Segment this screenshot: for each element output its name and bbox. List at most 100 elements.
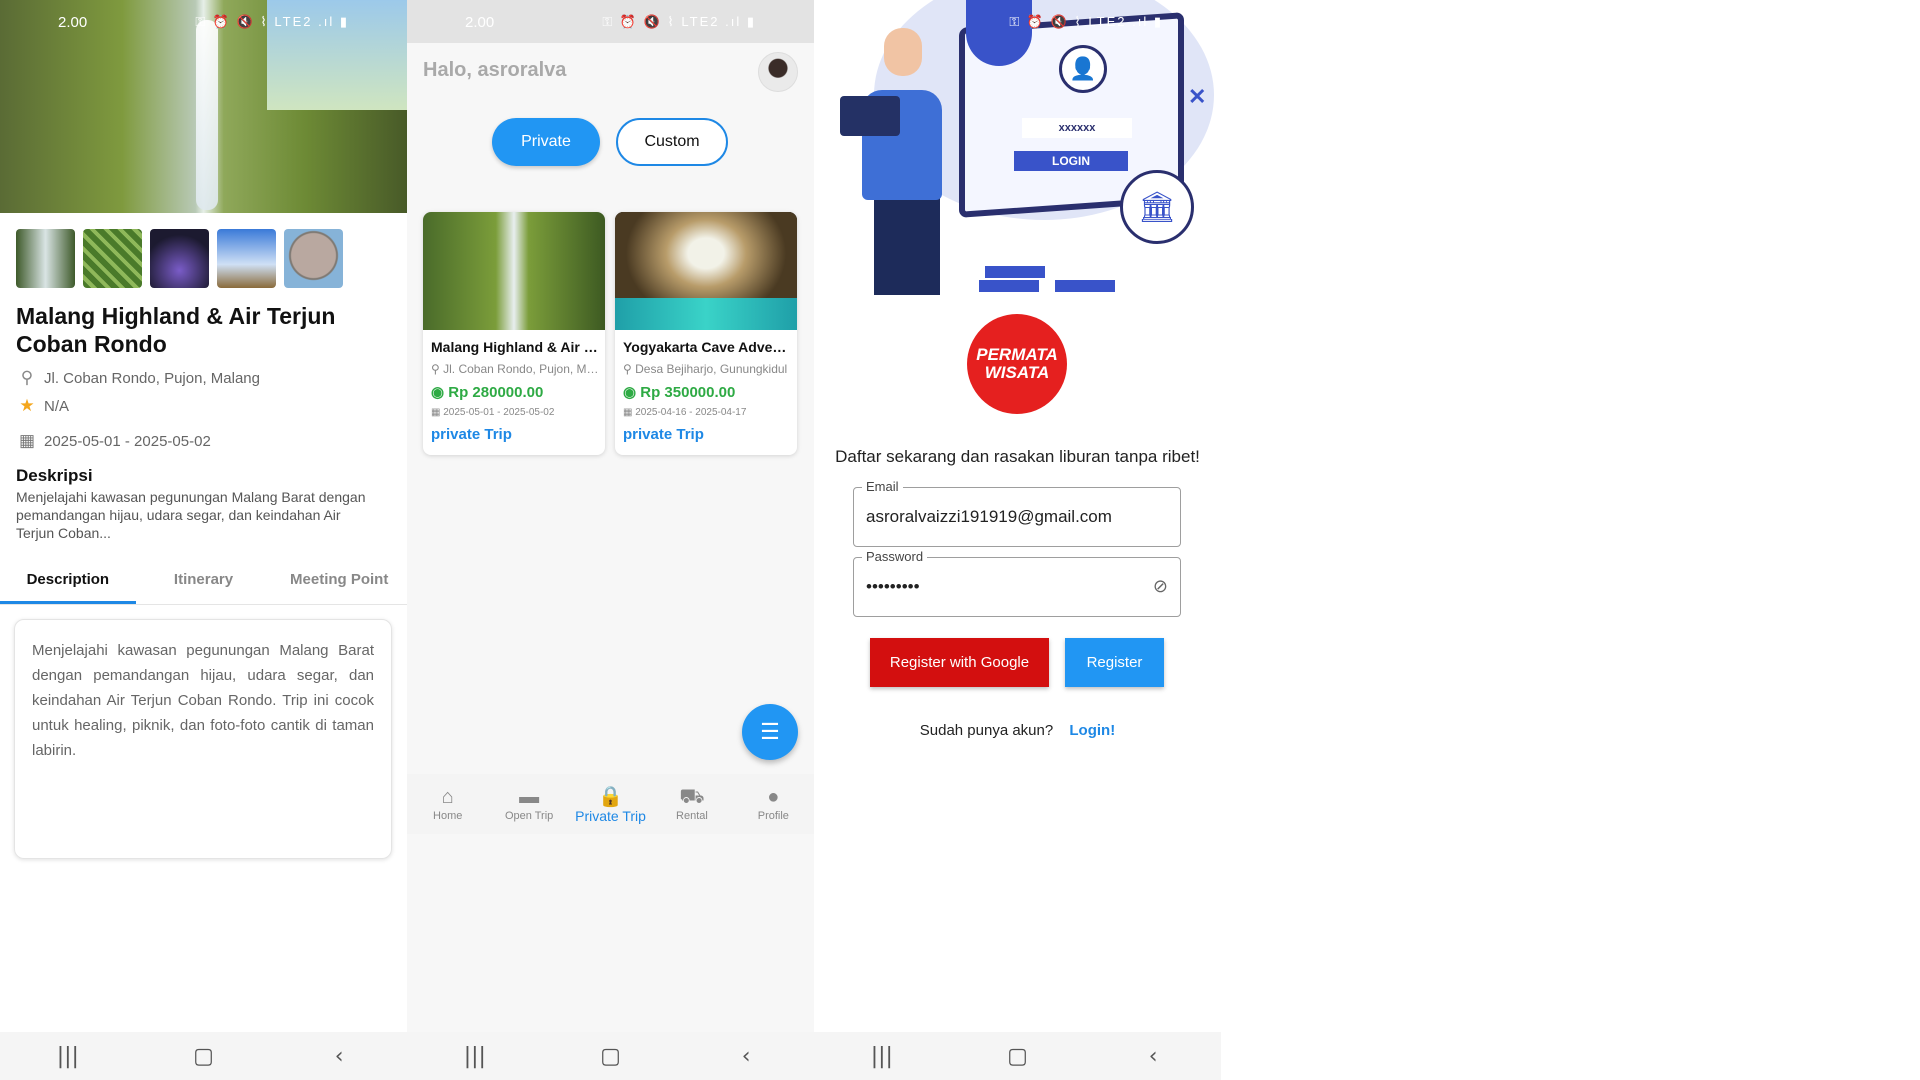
rating-text: N/A — [44, 397, 70, 415]
status-bar: 2.00 ⚿ ⏰ 🔇 ⌇ LTE2 .ıl ▮ — [0, 0, 407, 44]
password-field[interactable]: Password ••••••••• ⊘ — [853, 549, 1181, 617]
recent-apps-icon[interactable]: ||| — [852, 1044, 912, 1069]
status-icons: ⚿ ⏰ 🔇 ⌇ LTE2 .ıl ▮ — [195, 14, 349, 29]
address-text: Jl. Coban Rondo, Pujon, Malang — [44, 369, 260, 387]
register-with-google-button[interactable]: Register with Google — [870, 638, 1049, 687]
visibility-off-icon[interactable]: ⊘ — [1153, 576, 1168, 597]
system-nav-bar: ||| ▢ ‹ — [407, 1032, 814, 1080]
register-button[interactable]: Register — [1065, 638, 1164, 687]
login-prompt: Sudah punya akun? Login! — [814, 722, 1221, 739]
email-label: Email — [862, 479, 903, 494]
email-field[interactable]: Email asroralvaizzi191919@gmail.com — [853, 479, 1181, 547]
tab-itinerary[interactable]: Itinerary — [136, 560, 272, 604]
trip-dates: ▦ 2025-04-16 - 2025-04-17 — [623, 407, 747, 418]
tagline: Daftar sekarang dan rasakan liburan tanp… — [835, 447, 1200, 466]
car-icon: ⛟ — [679, 786, 705, 808]
nav-private-trip[interactable]: 🔒 Private Trip — [570, 774, 651, 834]
person-icon: ● — [767, 786, 780, 808]
trip-type: private Trip — [623, 426, 704, 443]
laptop-icon — [840, 96, 900, 136]
home-icon[interactable]: ▢ — [987, 1044, 1047, 1069]
description-heading: Deskripsi — [16, 466, 93, 485]
back-icon[interactable]: ‹ — [1123, 1044, 1183, 1069]
money-icon: ◉ — [623, 384, 641, 401]
custom-toggle-button[interactable]: Custom — [616, 118, 728, 166]
star-icon: ★ — [19, 396, 35, 415]
home-icon[interactable]: ▢ — [173, 1044, 233, 1069]
system-nav-bar: ||| ▢ ‹ — [0, 1032, 407, 1080]
description-full: Menjelajahi kawasan pegunungan Malang Ba… — [32, 642, 374, 759]
status-time: 1.00 — [872, 13, 902, 31]
trip-name: Malang Highland & Air Terjun Coban Rondo — [431, 339, 599, 355]
nav-open-trip[interactable]: ▬ Open Trip — [488, 774, 569, 834]
greeting: Halo, asroralva — [423, 59, 567, 81]
date-text: 2025-05-01 - 2025-05-02 — [44, 432, 211, 450]
trip-type: private Trip — [431, 426, 512, 443]
tab-meeting-point[interactable]: Meeting Point — [271, 560, 407, 604]
thumbnail-gallery — [16, 229, 343, 288]
description-preview: Menjelajahi kawasan pegunungan Malang Ba… — [16, 489, 366, 541]
recent-apps-icon[interactable]: ||| — [445, 1044, 505, 1069]
trip-name: Yogyakarta Cave Adventure — [623, 339, 791, 355]
bottom-navigation: ⌂ Home ▬ Open Trip 🔒 Private Trip ⛟ Rental ●… — [407, 774, 814, 834]
avatar[interactable] — [758, 52, 798, 92]
trip-price: ◉ Rp 350000.00 — [623, 384, 736, 401]
trip-image — [423, 212, 605, 330]
login-link[interactable]: Login! — [1069, 722, 1115, 739]
trip-location: ⚲ Jl. Coban Rondo, Pujon, Malang — [431, 362, 599, 376]
location-pin-icon: ⚲ — [623, 362, 636, 376]
lock-bag-icon: 🔒 — [598, 786, 623, 808]
thumbnail-tree[interactable] — [217, 229, 276, 288]
thumbnail-ferris-wheel[interactable] — [284, 229, 343, 288]
close-icon: ✕ — [1188, 84, 1207, 109]
status-icons: ⚿ ⏰ 🔇 ⌇ LTE2 .ıl ▮ — [602, 14, 756, 29]
nav-rental[interactable]: ⛟ Rental — [651, 774, 732, 834]
home-icon: ⌂ — [441, 786, 454, 808]
rating-row: ★ N/A — [16, 396, 69, 416]
calendar-icon: ▦ — [18, 431, 36, 450]
status-icons: ⚿ ⏰ 🔇 ⌇ LTE2 .ıl ▮ — [1009, 14, 1163, 29]
password-label: Password — [862, 549, 928, 564]
trip-image — [615, 212, 797, 330]
thumbnail-cave[interactable] — [150, 229, 209, 288]
back-icon[interactable]: ‹ — [716, 1044, 776, 1069]
date-row: ▦ 2025-05-01 - 2025-05-02 — [16, 431, 211, 451]
money-icon: ◉ — [431, 384, 449, 401]
back-icon[interactable]: ‹ — [309, 1044, 369, 1069]
trip-card[interactable]: Malang Highland & Air Terjun Coban Rondo… — [423, 212, 605, 455]
trip-price: ◉ Rp 280000.00 — [431, 384, 544, 401]
email-value: asroralvaizzi191919@gmail.com — [866, 507, 1112, 526]
trip-detail-screen: 2.00 ⚿ ⏰ 🔇 ⌇ LTE2 .ıl ▮ Malang Highland … — [0, 0, 407, 1080]
permata-wisata-logo: PERMATA WISATA — [967, 314, 1067, 414]
private-trip-screen: 2.00 ⚿ ⏰ 🔇 ⌇ LTE2 .ıl ▮ Halo, asroralva … — [407, 0, 814, 1080]
tab-description[interactable]: Description — [0, 560, 136, 604]
filter-icon: ☰ — [760, 719, 780, 744]
password-value: ••••••••• — [866, 577, 920, 596]
nav-home[interactable]: ⌂ Home — [407, 774, 488, 834]
trip-card[interactable]: Yogyakarta Cave Adventure ⚲ Desa Bejihar… — [615, 212, 797, 455]
register-screen: 👤 xxxxxx LOGIN 🏛 ✕ 1.00 ⚿ ⏰ 🔇 ⌇ LTE2 .ıl… — [814, 0, 1221, 1080]
filter-fab[interactable]: ☰ — [742, 704, 798, 760]
trip-dates: ▦ 2025-05-01 - 2025-05-02 — [431, 407, 555, 418]
status-time: 2.00 — [465, 13, 495, 31]
thumbnail-maze[interactable] — [83, 229, 142, 288]
illustration-login: LOGIN — [1014, 151, 1128, 171]
address-row: ⚲ Jl. Coban Rondo, Pujon, Malang — [16, 368, 260, 388]
recent-apps-icon[interactable]: ||| — [38, 1044, 98, 1069]
calendar-icon: ▦ — [431, 407, 444, 418]
have-account-text: Sudah punya akun? — [919, 722, 1054, 739]
status-bar: 1.00 ⚿ ⏰ 🔇 ⌇ LTE2 .ıl ▮ — [814, 0, 1221, 44]
nav-profile[interactable]: ● Profile — [733, 774, 814, 834]
trip-title: Malang Highland & Air Terjun Coban Rondo — [16, 303, 336, 357]
status-bar: 2.00 ⚿ ⏰ 🔇 ⌇ LTE2 .ıl ▮ — [407, 0, 814, 43]
location-pin-icon: ⚲ — [20, 368, 34, 387]
location-pin-icon: ⚲ — [431, 362, 444, 376]
home-icon[interactable]: ▢ — [580, 1044, 640, 1069]
calendar-icon: ▦ — [623, 407, 636, 418]
trip-location: ⚲ Desa Bejiharjo, Gunungkidul — [623, 362, 788, 376]
login-illustration: 👤 xxxxxx LOGIN 🏛 ✕ — [814, 0, 1221, 295]
private-toggle-button[interactable]: Private — [492, 118, 600, 166]
thumbnail-waterfall[interactable] — [16, 229, 75, 288]
bank-icon: 🏛 — [1120, 170, 1194, 244]
illustration-password: xxxxxx — [1022, 118, 1132, 138]
